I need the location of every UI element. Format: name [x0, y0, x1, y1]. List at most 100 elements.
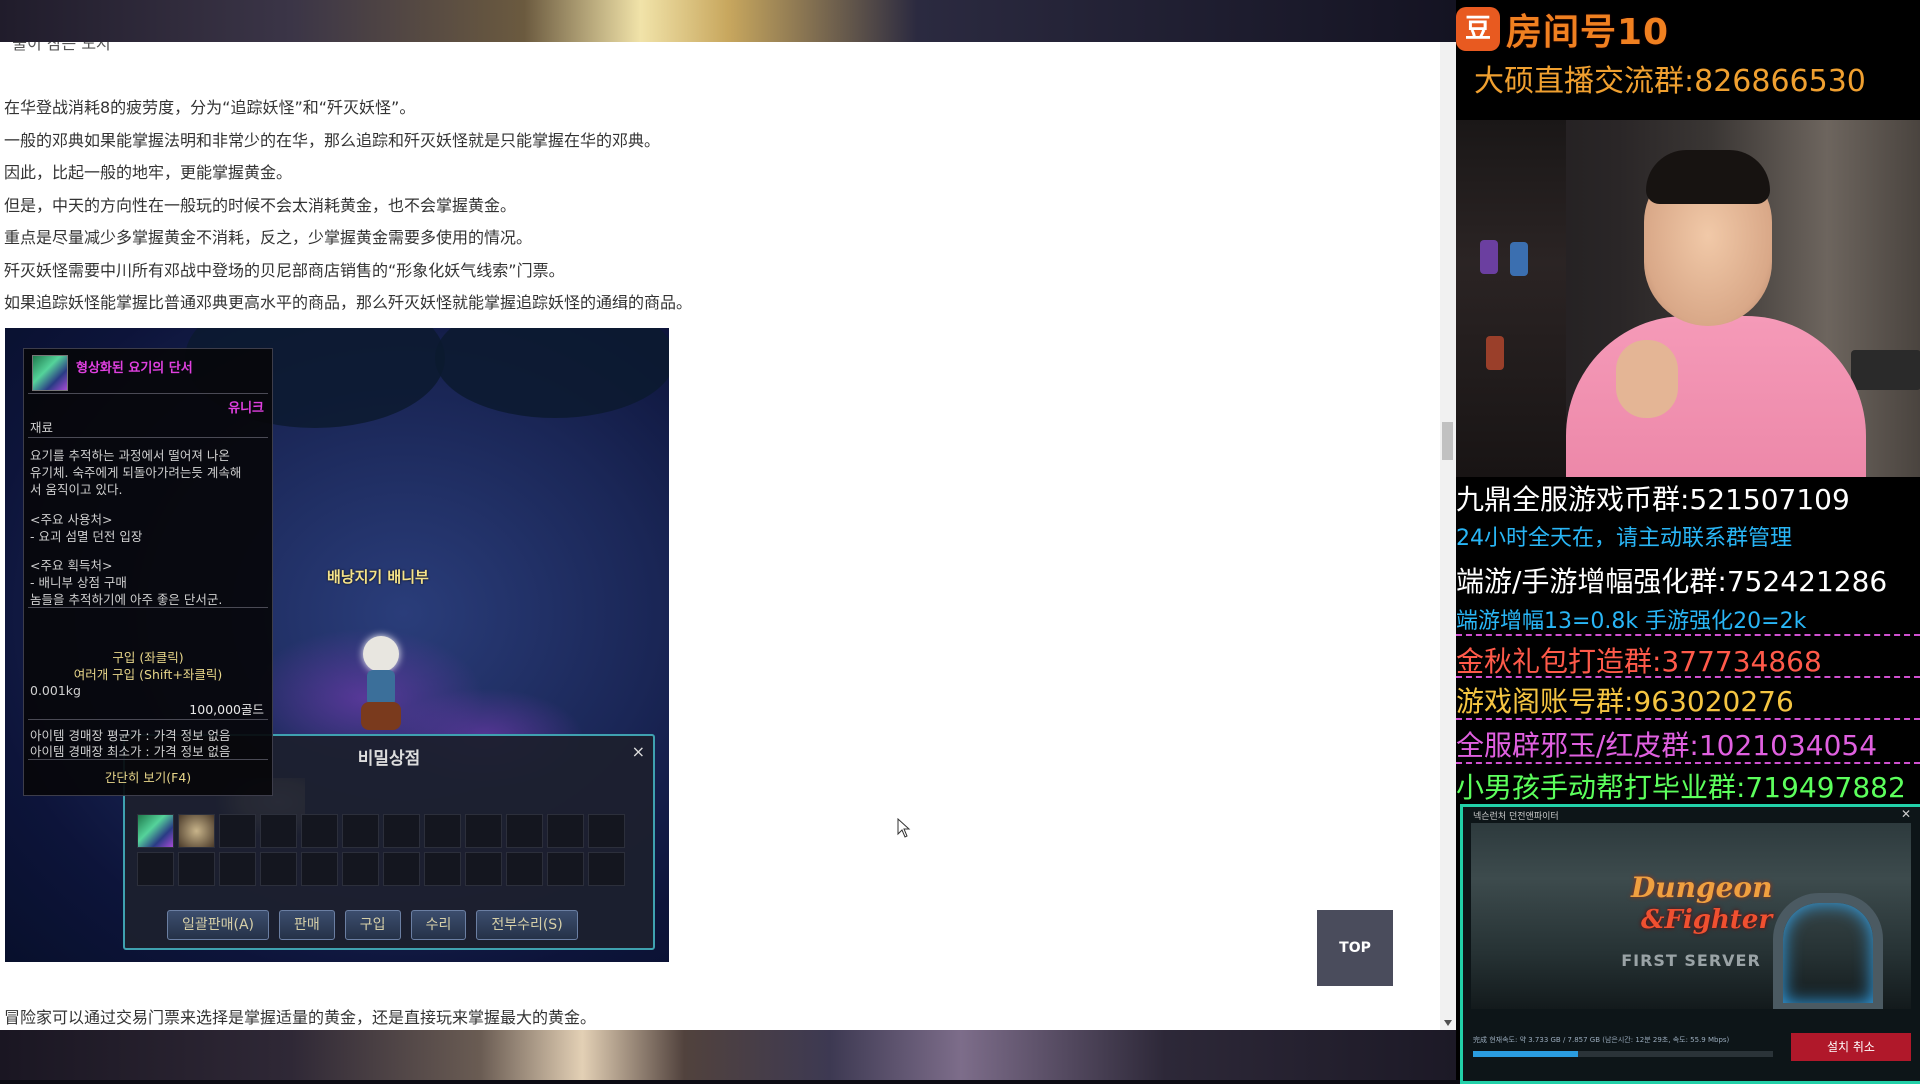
- webcam-feed: [1456, 120, 1920, 477]
- use-value: - 요괴 섬멸 던전 입장: [30, 529, 143, 544]
- item-weight: 0.001kg: [30, 683, 81, 698]
- simple-view-hint: 간단히 보기(F4): [104, 770, 192, 785]
- buy-multi-hint: 여러개 구입 (Shift+좌클릭): [73, 667, 223, 682]
- shop-slot-item[interactable]: [178, 814, 215, 848]
- shop-slot[interactable]: [137, 852, 174, 886]
- download-progress-fill: [1473, 1051, 1578, 1057]
- npc-name: 배낭지기 배니부: [327, 568, 429, 586]
- item-tooltip: 형상화된 요기의 단서 유니크 재료 요기를 추적하는 과정에서 떨어져 나온 …: [23, 348, 273, 796]
- shop-slot[interactable]: [219, 814, 256, 848]
- dashed-divider: [1456, 762, 1920, 764]
- shop-slot[interactable]: [383, 814, 420, 848]
- game-logo: &Fighter: [1641, 905, 1773, 935]
- shop-slot[interactable]: [465, 852, 502, 886]
- item-flavor: 놈들을 추적하기에 아주 좋은 단서군.: [30, 592, 223, 607]
- shop-slot[interactable]: [424, 852, 461, 886]
- back-to-top-button[interactable]: TOP: [1317, 910, 1393, 986]
- info-line: 九鼎全服游戏币群:521507109: [1456, 483, 1850, 516]
- download-progress-bar: [1473, 1051, 1773, 1057]
- stream-sidebar: 豆 房间号10 大硕直播交流群:826866530 九鼎全服游戏币群:52150…: [1456, 0, 1920, 1084]
- streamer-hair: [1646, 150, 1770, 204]
- server-label: FIRST SERVER: [1621, 951, 1761, 970]
- info-line: 小男孩手动帮打毕业群:719497882: [1456, 771, 1906, 804]
- info-line: 全服辟邪玉/红皮群:1021034054: [1456, 729, 1878, 762]
- close-icon[interactable]: ✕: [1901, 807, 1911, 821]
- shop-slot[interactable]: [588, 814, 625, 848]
- game-screenshot: 배낭지기 배니부 비밀상점 × 일괄판매(A) 판매 구입 수리 전부수리(S)…: [5, 328, 669, 962]
- shop-slot[interactable]: [547, 814, 584, 848]
- shop-slot[interactable]: [260, 814, 297, 848]
- scroll-down-arrow-icon[interactable]: [1444, 1020, 1452, 1026]
- shop-slot-item[interactable]: [137, 814, 174, 848]
- divider: [28, 393, 268, 394]
- paragraph: 一般的邓典如果能掌握法明和非常少的在华，那么追踪和歼灭妖怪就是只能掌握在华的邓典…: [4, 131, 661, 150]
- paragraph: 歼灭妖怪需要中川所有邓战中登场的贝尼部商店销售的“形象化妖气线索”门票。: [4, 261, 565, 280]
- paragraph: 因此，比起一般的地牢，更能掌握黄金。: [4, 163, 293, 182]
- divider: [28, 759, 268, 760]
- launcher-title: 넥슨런처 던전앤파이터: [1473, 812, 1559, 822]
- foliage: [435, 328, 669, 418]
- paragraph: 冒险家可以通过交易门票来选择是掌握适量的黄金，还是直接玩来掌握最大的黄金。: [4, 1008, 597, 1027]
- divider: [28, 719, 268, 720]
- divider: [28, 607, 268, 608]
- game-logo: Dungeon: [1631, 871, 1773, 904]
- info-line: 金秋礼包打造群:377734868: [1456, 645, 1822, 678]
- shop-slot[interactable]: [260, 852, 297, 886]
- shop-slot[interactable]: [219, 852, 256, 886]
- shop-slot[interactable]: [465, 814, 502, 848]
- room-header: 豆 房间号10: [1456, 6, 1670, 53]
- item-name: 형상화된 요기의 단서: [76, 361, 193, 376]
- item-rarity: 유니크: [228, 401, 264, 416]
- item-type: 재료: [30, 420, 54, 435]
- cancel-install-button[interactable]: 설치 취소: [1791, 1033, 1911, 1061]
- item-icon: [32, 355, 68, 391]
- info-line: 端游/手游增幅强化群:752421286: [1456, 565, 1888, 598]
- repair-button[interactable]: 수리: [410, 910, 467, 940]
- shop-slot[interactable]: [342, 852, 379, 886]
- cut-off-heading: “물이 잠든 도시”: [4, 42, 120, 53]
- npc-character[interactable]: [355, 636, 407, 730]
- launcher-banner: Dungeon &Fighter FIRST SERVER: [1471, 823, 1911, 1009]
- divider: [28, 437, 268, 438]
- shop-slot[interactable]: [178, 852, 215, 886]
- streamer-shirt: [1566, 316, 1866, 477]
- shop-slot[interactable]: [506, 852, 543, 886]
- shop-slot[interactable]: [383, 852, 420, 886]
- shop-button-row: 일괄판매(A) 판매 구입 수리 전부수리(S): [167, 910, 578, 940]
- dashed-divider: [1456, 634, 1920, 636]
- buy-button[interactable]: 구입: [344, 910, 401, 940]
- item-price: 100,000골드: [189, 702, 264, 717]
- game-launcher-window: 넥슨런처 던전앤파이터 ✕ Dungeon &Fighter FIRST SER…: [1460, 804, 1920, 1084]
- shop-slot[interactable]: [588, 852, 625, 886]
- shop-slot[interactable]: [301, 852, 338, 886]
- shop-slot[interactable]: [342, 814, 379, 848]
- shop-slot[interactable]: [547, 852, 584, 886]
- shop-slot[interactable]: [301, 814, 338, 848]
- paragraph: 如果追踪妖怪能掌握比普通邓典更高水平的商品，那么歼灭妖怪就能掌握追踪妖怪的通缉的…: [4, 293, 693, 312]
- auction-minimum: 아이템 경매장 최소가 : 가격 정보 없음: [30, 744, 231, 759]
- shop-slot[interactable]: [424, 814, 461, 848]
- shop-slot[interactable]: [506, 814, 543, 848]
- info-line: 24小时全天在，请主动联系群管理: [1456, 526, 1792, 551]
- mouse-cursor-icon: [897, 818, 911, 838]
- info-line: 游戏阁账号群:963020276: [1456, 685, 1794, 718]
- douyu-logo-icon: 豆: [1456, 7, 1500, 51]
- background-shelf: [1456, 120, 1566, 477]
- page-scrollbar[interactable]: [1440, 42, 1456, 1030]
- item-desc: 서 움직이고 있다.: [30, 482, 123, 497]
- scrollbar-thumb[interactable]: [1442, 422, 1453, 460]
- download-status: 完成 현재속도: 약 3.733 GB / 7.857 GB (남은시간: 12…: [1473, 1036, 1730, 1044]
- streamer-hand: [1616, 340, 1678, 418]
- sell-button[interactable]: 판매: [279, 910, 335, 940]
- close-icon[interactable]: ×: [632, 742, 645, 761]
- dashed-divider: [1456, 718, 1920, 720]
- paragraph: 但是，中天的方向性在一般玩的时候不会太消耗黄金，也不会掌握黄金。: [4, 196, 517, 215]
- article-page: “물이 잠든 도시” 在华登战消耗8的疲劳度，分为“追踪妖怪”和“歼灭妖怪”。 …: [0, 42, 1440, 1030]
- shop-item-grid: [137, 814, 629, 888]
- footer-game-art: [0, 1030, 1456, 1080]
- stream-group-text: 大硕直播交流群:826866530: [1474, 64, 1866, 99]
- paragraph: 重点是尽量减少多掌握黄金不消耗，反之，少掌握黄金需要多使用的情况。: [4, 228, 533, 247]
- repair-all-button[interactable]: 전부수리(S): [476, 910, 578, 940]
- sell-all-button[interactable]: 일괄판매(A): [167, 910, 270, 940]
- room-number: 房间号10: [1506, 12, 1670, 53]
